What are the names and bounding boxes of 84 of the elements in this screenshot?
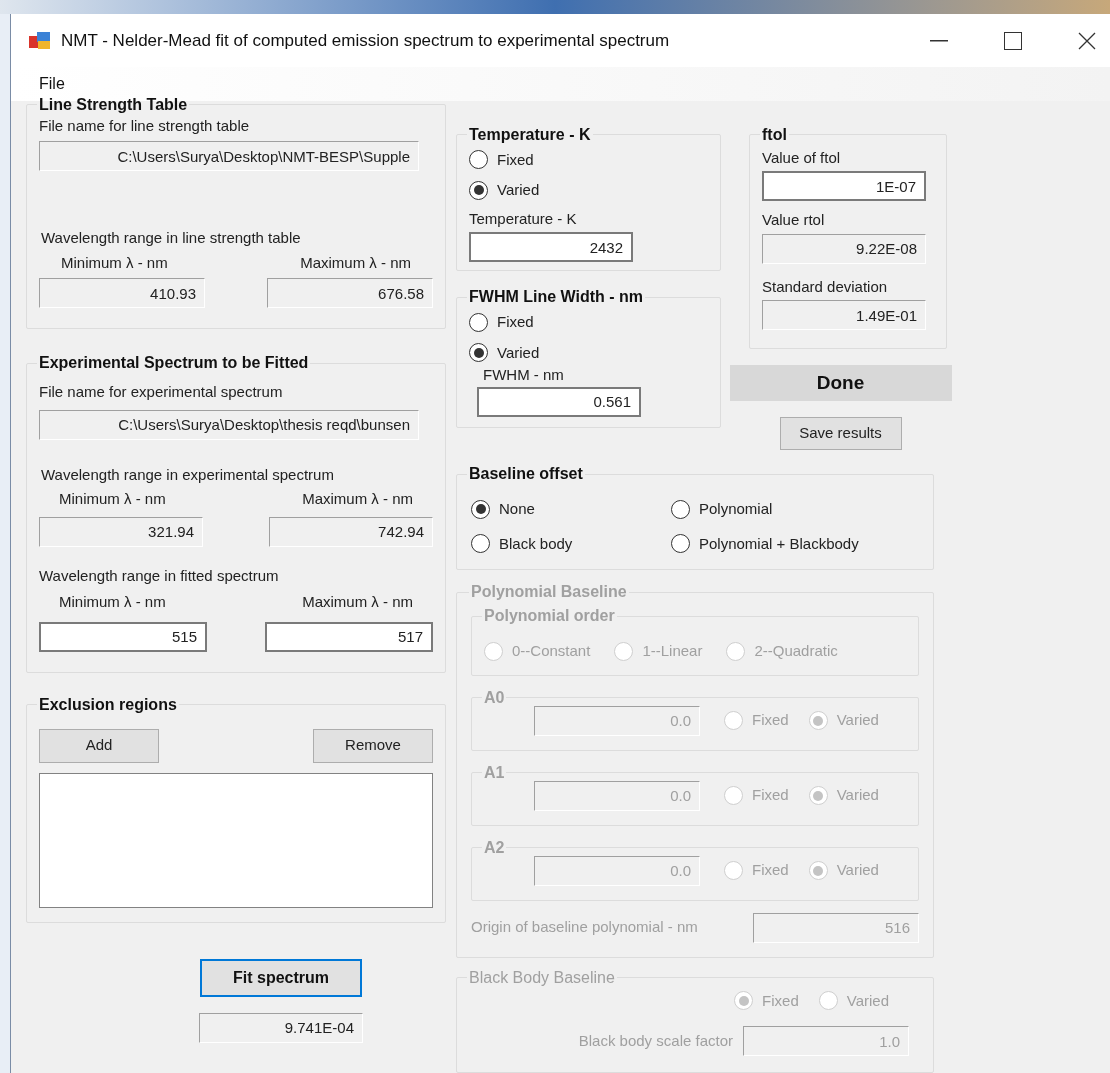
radio-label: Varied — [836, 710, 879, 731]
radio-label: Varied — [836, 860, 879, 881]
radio-label: Fixed — [752, 785, 789, 806]
push-button[interactable]: Remove — [313, 728, 433, 763]
text-field[interactable]: C:\Users\Surya\Desktop\thesis reqd\bunsen — [39, 409, 419, 440]
field-label: Maximum λ - nm — [302, 592, 413, 612]
radio-button[interactable] — [469, 180, 488, 200]
radio-label: Fixed — [497, 149, 534, 170]
text-field[interactable]: 517 — [265, 621, 433, 652]
radio-button[interactable] — [469, 312, 488, 332]
field-label: Origin of baseline polynomial - nm — [471, 917, 698, 938]
group-title: A0 — [483, 687, 506, 708]
app-icon — [29, 31, 51, 50]
radio-button[interactable] — [471, 499, 490, 519]
radio-label: 1--Linear — [642, 641, 703, 661]
text-field[interactable]: 321.94 — [39, 516, 203, 547]
text-field[interactable]: 410.93 — [39, 278, 205, 308]
minimize-icon[interactable] — [930, 39, 948, 42]
text-field[interactable]: 2432 — [469, 232, 633, 262]
text-field[interactable]: C:\Users\Surya\Desktop\NMT-BESP\Supple — [39, 141, 419, 171]
field-label: Wavelength range in line strength table — [41, 228, 302, 248]
group-title: Baseline offset — [468, 464, 584, 484]
radio-label: 0--Constant — [512, 641, 591, 661]
radio-label: Fixed — [752, 710, 789, 731]
text-field[interactable]: 515 — [39, 621, 207, 652]
radio-label: Fixed — [752, 860, 789, 881]
group-title: Line Strength Table — [38, 94, 189, 115]
field-label: Black body scale factor — [578, 1030, 733, 1051]
radio-label: Fixed — [762, 990, 799, 1011]
text-field[interactable]: 1.49E-01 — [762, 300, 926, 330]
group-title: FWHM Line Width - nm — [468, 287, 645, 307]
text-field[interactable]: 9.22E-08 — [762, 233, 926, 264]
close-icon[interactable] — [1078, 31, 1096, 50]
group-title: A2 — [483, 837, 506, 858]
group-title: A1 — [483, 762, 506, 783]
field-label: FWHM - nm — [483, 365, 565, 385]
field-label: Value rtol — [762, 210, 826, 230]
radio-label: Varied — [846, 990, 889, 1011]
group-title: Polynomial Baseline — [470, 582, 628, 602]
text-field[interactable]: 9.741E-04 — [199, 1012, 363, 1043]
radio-label: Fixed — [497, 312, 534, 332]
text-field[interactable]: 676.58 — [267, 278, 433, 308]
group-title: Temperature - K — [468, 124, 592, 145]
radio-label: Black body — [499, 533, 573, 554]
field-label: Temperature - K — [469, 208, 578, 229]
field-label: File name for line strength table — [39, 115, 251, 136]
push-button[interactable]: Add — [39, 728, 159, 763]
radio-button[interactable] — [469, 150, 488, 170]
radio-button[interactable] — [671, 534, 690, 554]
radio-button[interactable] — [471, 534, 490, 554]
radio-label: Varied — [497, 180, 540, 200]
field-label: File name for experimental spectrum — [39, 382, 284, 402]
field-label: Wavelength range in experimental spectrum — [41, 464, 335, 485]
field-label: Maximum λ - nm — [300, 252, 411, 273]
group-title: Exclusion regions — [38, 694, 178, 715]
menu-item[interactable]: File — [39, 71, 65, 96]
radio-button[interactable] — [671, 499, 690, 519]
status-bar: Done — [729, 365, 952, 401]
fit-spectrum-button[interactable]: Fit spectrum — [200, 958, 362, 997]
field-label: Standard deviation — [762, 276, 889, 297]
text-field[interactable]: 742.94 — [269, 516, 433, 547]
field-label: Minimum λ - nm — [59, 592, 166, 612]
radio-label: Polynomial — [699, 499, 773, 519]
field-label: Wavelength range in fitted spectrum — [39, 565, 280, 586]
radio-label: 2--Quadratic — [754, 641, 838, 661]
group-title: Experimental Spectrum to be Fitted — [38, 353, 310, 373]
window-title: NMT - Nelder-Mead fit of computed emission spectrum to experimental spectrum — [61, 29, 670, 52]
group-title: Polynomial order — [483, 606, 616, 626]
group-title: Black Body Baseline — [468, 967, 616, 988]
group-title: ftol — [761, 124, 788, 145]
radio-label: Varied — [836, 785, 879, 806]
field-label: Minimum λ - nm — [61, 252, 168, 273]
list-box[interactable] — [39, 772, 433, 908]
push-button[interactable]: Save results — [779, 417, 902, 450]
text-field[interactable]: 0.561 — [477, 386, 641, 417]
field-label: Maximum λ - nm — [302, 489, 413, 509]
maximize-icon[interactable] — [1004, 31, 1022, 50]
radio-button[interactable] — [469, 343, 488, 363]
radio-label: None — [499, 499, 535, 519]
radio-label: Polynomial + Blackbody — [699, 533, 859, 554]
text-field[interactable]: 1E-07 — [762, 171, 926, 201]
field-label: Value of ftol — [762, 147, 842, 168]
field-label: Minimum λ - nm — [59, 489, 166, 509]
radio-label: Varied — [497, 342, 540, 363]
